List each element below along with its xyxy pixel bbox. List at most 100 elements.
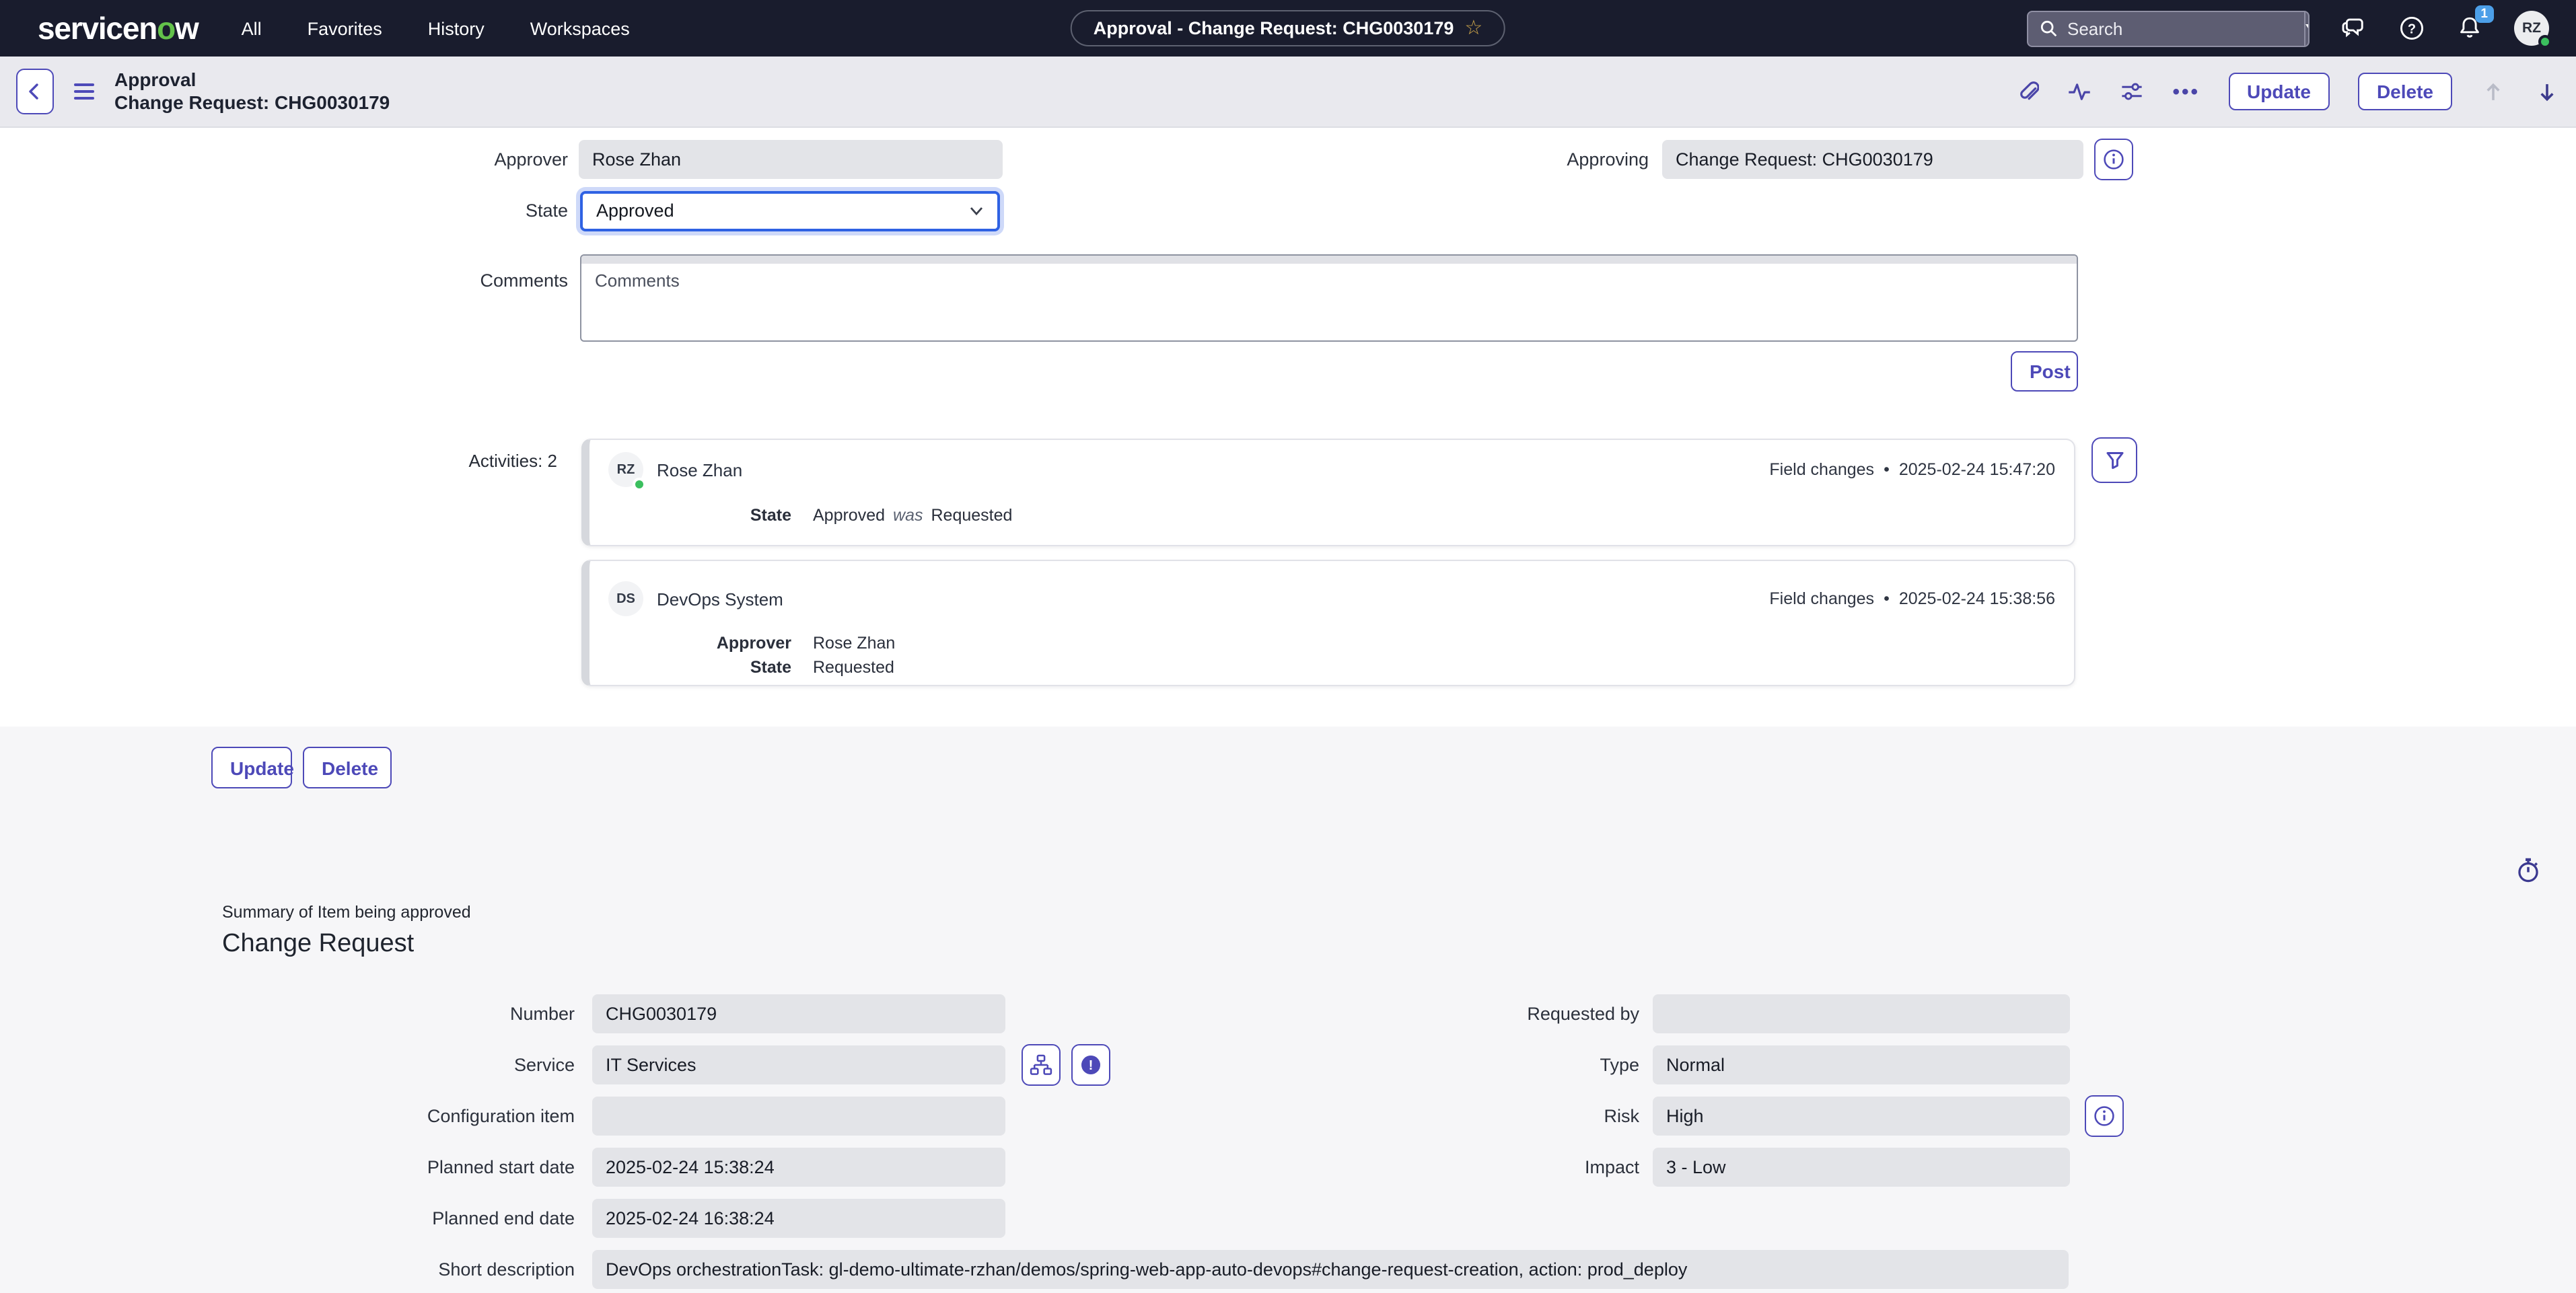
update-button[interactable]: Update — [2228, 73, 2330, 110]
record-title-text: Approval - Change Request: CHG0030179 — [1094, 18, 1454, 38]
more-actions-icon[interactable]: ••• — [2173, 81, 2201, 102]
logo-o: o — [157, 10, 175, 45]
activity-type: Field changes — [1769, 460, 1874, 479]
activity-meta: Field changes • 2025-02-24 15:38:56 — [1769, 589, 2055, 608]
svg-text:!: ! — [1089, 1058, 1094, 1073]
record-type: Approval — [114, 68, 390, 91]
logo-text-2: w — [175, 10, 199, 45]
timer-stopwatch-icon[interactable] — [2514, 856, 2542, 884]
update-button-bottom[interactable]: Update — [211, 747, 292, 788]
activity-author: Rose Zhan — [657, 459, 742, 480]
planned-end-label: Planned end date — [0, 1199, 575, 1238]
approving-info-button[interactable] — [2094, 139, 2133, 180]
impact-label: Impact — [1346, 1148, 1639, 1187]
short-description-label: Short description — [0, 1250, 575, 1289]
chevron-down-icon — [2305, 24, 2310, 32]
summary-heading: Change Request — [222, 930, 414, 959]
header-right-cluster: ? 1 RZ — [2027, 10, 2549, 46]
avatar: RZ — [608, 452, 643, 487]
service-alert-info-button[interactable]: ! — [1071, 1044, 1110, 1086]
record-breadcrumb: Approval Change Request: CHG0030179 — [114, 68, 390, 115]
user-avatar[interactable]: RZ — [2514, 11, 2549, 46]
activity-author: DevOps System — [657, 589, 783, 609]
activity-filter-button[interactable] — [2091, 437, 2137, 483]
state-value: Approved — [596, 194, 674, 229]
avatar-initials: RZ — [617, 462, 635, 477]
notifications-bell-icon[interactable]: 1 — [2456, 15, 2483, 42]
attachment-paperclip-icon[interactable] — [2015, 79, 2040, 104]
activity-card: DS DevOps System Field changes • 2025-02… — [581, 560, 2075, 686]
search-input[interactable] — [2067, 18, 2304, 38]
service-hierarchy-button[interactable] — [1022, 1044, 1061, 1086]
comments-textarea[interactable] — [580, 254, 2078, 342]
global-search — [2027, 10, 2310, 46]
nav-workspaces[interactable]: Workspaces — [530, 18, 630, 38]
changed-field-value: Rose Zhan — [813, 634, 895, 653]
servicenow-logo[interactable]: servicenow — [38, 10, 199, 46]
record-number: Change Request: CHG0030179 — [114, 91, 390, 115]
nav-all[interactable]: All — [242, 18, 262, 38]
configuration-item-label: Configuration item — [0, 1097, 575, 1136]
type-field: Normal — [1653, 1045, 2070, 1084]
post-button[interactable]: Post — [2011, 351, 2078, 392]
top-header: servicenow All Favorites History Workspa… — [0, 0, 2576, 57]
meta-separator: • — [1884, 460, 1890, 479]
service-field: IT Services — [592, 1045, 1005, 1084]
changed-field-name: State — [608, 506, 791, 525]
comments-resize-grip[interactable] — [581, 256, 2077, 264]
changed-field-value: Approved was Requested — [813, 506, 1012, 525]
comments-input-wrap — [580, 254, 2078, 342]
avatar-initials: RZ — [2522, 20, 2541, 36]
connect-chat-icon[interactable] — [2340, 15, 2367, 42]
favorite-star-icon[interactable]: ☆ — [1464, 18, 1482, 38]
toolbar-actions: ••• Update Delete — [2015, 73, 2561, 110]
search-scope-dropdown[interactable] — [2304, 11, 2310, 45]
service-label: Service — [0, 1045, 575, 1084]
planned-end-field: 2025-02-24 16:38:24 — [592, 1199, 1005, 1238]
approver-field: Rose Zhan — [579, 140, 1003, 179]
new-value: Approved — [813, 506, 885, 525]
form-context-menu-icon[interactable] — [74, 83, 94, 100]
delete-button[interactable]: Delete — [2358, 73, 2452, 110]
risk-label: Risk — [1346, 1097, 1639, 1136]
approving-label: Approving — [1077, 140, 1649, 179]
planned-start-label: Planned start date — [0, 1148, 575, 1187]
approving-field: Change Request: CHG0030179 — [1662, 140, 2083, 179]
activity-meta: Field changes • 2025-02-24 15:47:20 — [1769, 460, 2055, 479]
record-toolbar: Approval Change Request: CHG0030179 ••• … — [0, 57, 2576, 128]
scroll-down-icon[interactable] — [2534, 79, 2560, 104]
logo-text: servicen — [38, 10, 157, 45]
number-label: Number — [0, 994, 575, 1033]
summary-section-label: Summary of Item being approved — [222, 903, 471, 922]
nav-history[interactable]: History — [428, 18, 485, 38]
was-word: was — [893, 506, 923, 525]
svg-text:?: ? — [2408, 22, 2416, 36]
requested-by-label: Requested by — [1346, 994, 1639, 1033]
record-title-pill[interactable]: Approval - Change Request: CHG0030179 ☆ — [1071, 10, 1506, 46]
activity-timestamp: 2025-02-24 15:38:56 — [1899, 589, 2055, 608]
scroll-up-icon[interactable] — [2480, 79, 2506, 104]
activity-header: RZ Rose Zhan Field changes • 2025-02-24 … — [608, 452, 2055, 487]
personalize-sliders-icon[interactable] — [2120, 79, 2145, 104]
nav-favorites[interactable]: Favorites — [308, 18, 382, 38]
meta-separator: • — [1884, 589, 1890, 608]
field-change-row: State Approved was Requested — [608, 506, 2055, 525]
page: servicenow All Favorites History Workspa… — [0, 0, 2576, 1293]
activity-pulse-icon[interactable] — [2068, 79, 2092, 104]
activity-card: RZ Rose Zhan Field changes • 2025-02-24 … — [581, 439, 2075, 546]
delete-button-bottom[interactable]: Delete — [303, 747, 392, 788]
number-field: CHG0030179 — [592, 994, 1005, 1033]
activities-count-label: Activities: 2 — [288, 451, 557, 471]
state-label: State — [0, 191, 568, 230]
changed-field-value: Requested — [813, 658, 894, 677]
short-description-field: DevOps orchestrationTask: gl-demo-ultima… — [592, 1250, 2069, 1289]
notification-badge: 1 — [2474, 5, 2494, 23]
help-icon[interactable]: ? — [2398, 15, 2425, 42]
activity-timestamp: 2025-02-24 15:47:20 — [1899, 460, 2055, 479]
back-button[interactable] — [16, 69, 54, 114]
old-value: Requested — [931, 506, 1013, 525]
field-change-row: State Requested — [608, 658, 2055, 677]
avatar: DS — [608, 581, 643, 616]
state-select[interactable]: Approved — [580, 191, 1000, 231]
risk-info-button[interactable] — [2085, 1095, 2124, 1137]
